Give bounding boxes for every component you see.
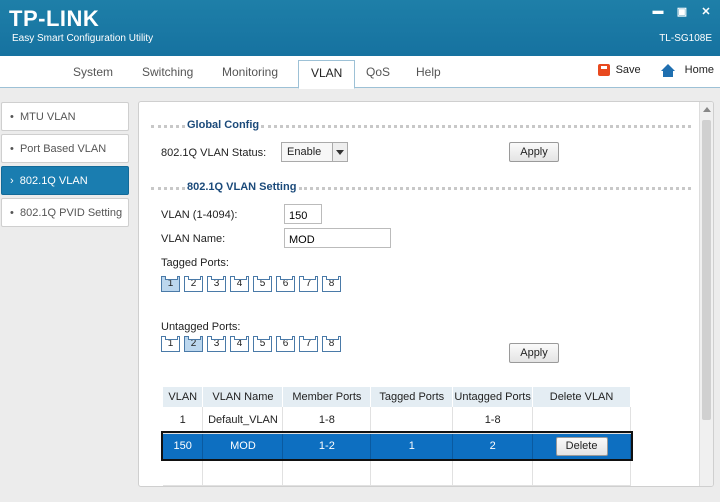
empty-cell xyxy=(163,459,204,486)
maximize-icon[interactable]: ▣ xyxy=(676,5,688,18)
app-subtitle: Easy Smart Configuration Utility xyxy=(12,33,154,44)
untagged-port-6[interactable]: 6 xyxy=(276,336,295,352)
tagged-port-5[interactable]: 5 xyxy=(253,276,272,292)
home-icon[interactable] xyxy=(660,63,675,77)
vlan-id-input[interactable] xyxy=(284,204,322,224)
cell-vlan-name: Default_VLAN xyxy=(202,407,284,434)
vertical-scrollbar[interactable] xyxy=(699,102,713,486)
tab-switching[interactable]: Switching xyxy=(142,65,193,79)
tagged-port-7[interactable]: 7 xyxy=(299,276,318,292)
nav-actions: Save Home xyxy=(597,63,714,77)
sidebar-item-port-based-vlan[interactable]: • Port Based VLAN xyxy=(1,134,129,163)
untagged-port-2[interactable]: 2 xyxy=(184,336,203,352)
column-header: Delete VLAN xyxy=(532,387,631,407)
column-header: VLAN xyxy=(163,387,204,407)
cell-member-ports: 1-2 xyxy=(282,433,372,460)
tab-system[interactable]: System xyxy=(73,65,113,79)
untagged-port-1[interactable]: 1 xyxy=(161,336,180,352)
table-row xyxy=(163,459,631,486)
cell-vlan: 150 xyxy=(163,433,204,460)
cell-vlan: 1 xyxy=(163,407,204,434)
app-header: TP-LINK Easy Smart Configuration Utility… xyxy=(0,0,720,56)
delete-vlan-button[interactable]: Delete xyxy=(555,436,608,456)
empty-cell xyxy=(452,459,534,486)
device-model: TL-SG108E xyxy=(659,33,712,44)
minimize-icon[interactable]: ▬ xyxy=(652,5,664,18)
column-header: Member Ports xyxy=(282,387,372,407)
vlan-table: VLAN VLAN Name Member Ports Tagged Ports… xyxy=(161,387,633,486)
tp-link-logo: TP-LINK xyxy=(9,6,100,31)
empty-cell xyxy=(532,459,631,486)
sidebar-item-8021q-pvid-setting[interactable]: • 802.1Q PVID Setting xyxy=(1,198,129,227)
cell-tagged-ports xyxy=(370,407,454,434)
content-panel: Global Config 802.1Q VLAN Status: Enable… xyxy=(138,101,714,487)
tab-qos[interactable]: QoS xyxy=(366,65,390,79)
vlan-status-value: Enable xyxy=(287,146,322,158)
scroll-up-icon[interactable] xyxy=(703,107,711,112)
tagged-port-6[interactable]: 6 xyxy=(276,276,295,292)
tagged-port-1[interactable]: 1 xyxy=(161,276,180,292)
table-header-row: VLAN VLAN Name Member Ports Tagged Ports… xyxy=(163,387,631,407)
sidebar-item-label: MTU VLAN xyxy=(19,111,76,123)
untagged-port-7[interactable]: 7 xyxy=(299,336,318,352)
vlan-status-label: 802.1Q VLAN Status: xyxy=(161,147,267,159)
home-button[interactable]: Home xyxy=(685,64,714,76)
empty-cell xyxy=(282,459,372,486)
divider xyxy=(151,187,185,190)
cell-delete xyxy=(532,407,631,434)
tagged-port-8[interactable]: 8 xyxy=(322,276,341,292)
sidebar-item-label: 802.1Q VLAN xyxy=(19,175,88,187)
main-nav: System Switching Monitoring VLAN QoS Hel… xyxy=(0,56,720,89)
divider xyxy=(299,187,691,190)
vlan-setting-title: 802.1Q VLAN Setting xyxy=(187,181,297,193)
sidebar-item-label: 802.1Q PVID Setting xyxy=(19,207,123,219)
tagged-ports-label: Tagged Ports: xyxy=(161,257,229,269)
cell-untagged-ports: 2 xyxy=(452,433,534,460)
sidebar-item-label: Port Based VLAN xyxy=(19,143,107,155)
save-icon[interactable] xyxy=(597,64,610,76)
tagged-port-3[interactable]: 3 xyxy=(207,276,226,292)
tagged-port-2[interactable]: 2 xyxy=(184,276,203,292)
setting-apply-button[interactable]: Apply xyxy=(509,343,559,363)
divider xyxy=(151,125,185,128)
table-row[interactable]: 1 Default_VLAN 1-8 1-8 xyxy=(163,407,631,434)
cell-member-ports: 1-8 xyxy=(282,407,372,434)
cell-vlan-name: MOD xyxy=(202,433,284,460)
global-config-title: Global Config xyxy=(187,119,260,131)
untagged-port-5[interactable]: 5 xyxy=(253,336,272,352)
tab-vlan[interactable]: VLAN xyxy=(298,60,356,89)
untagged-ports-label: Untagged Ports: xyxy=(161,321,241,333)
empty-cell xyxy=(370,459,454,486)
scroll-thumb[interactable] xyxy=(702,120,711,420)
untagged-port-8[interactable]: 8 xyxy=(322,336,341,352)
column-header: Untagged Ports xyxy=(452,387,534,407)
window-controls: ▬ ▣ ✕ xyxy=(652,5,712,18)
empty-cell xyxy=(202,459,284,486)
table-row[interactable]: 150 MOD 1-2 1 2 Delete xyxy=(161,431,633,461)
column-header: VLAN Name xyxy=(202,387,284,407)
cell-delete: Delete xyxy=(532,433,631,460)
vlan-id-label: VLAN (1-4094): xyxy=(161,209,238,221)
tagged-port-4[interactable]: 4 xyxy=(230,276,249,292)
cell-untagged-ports: 1-8 xyxy=(452,407,534,434)
tab-monitoring[interactable]: Monitoring xyxy=(222,65,278,79)
save-button[interactable]: Save xyxy=(616,64,641,76)
chevron-down-icon[interactable] xyxy=(332,143,347,161)
vlan-name-input[interactable] xyxy=(284,228,391,248)
vlan-status-select[interactable]: Enable xyxy=(281,142,348,162)
divider xyxy=(261,125,691,128)
sidebar-item-8021q-vlan[interactable]: › 802.1Q VLAN xyxy=(1,166,129,195)
tagged-ports-group: 1 2 3 4 5 6 7 8 xyxy=(161,276,341,292)
column-header: Tagged Ports xyxy=(370,387,454,407)
vlan-name-label: VLAN Name: xyxy=(161,233,226,245)
untagged-port-4[interactable]: 4 xyxy=(230,336,249,352)
sidebar-item-mtu-vlan[interactable]: • MTU VLAN xyxy=(1,102,129,131)
tab-help[interactable]: Help xyxy=(416,65,441,79)
cell-tagged-ports: 1 xyxy=(370,433,454,460)
untagged-ports-group: 1 2 3 4 5 6 7 8 xyxy=(161,336,341,352)
global-apply-button[interactable]: Apply xyxy=(509,142,559,162)
close-icon[interactable]: ✕ xyxy=(700,5,712,18)
untagged-port-3[interactable]: 3 xyxy=(207,336,226,352)
